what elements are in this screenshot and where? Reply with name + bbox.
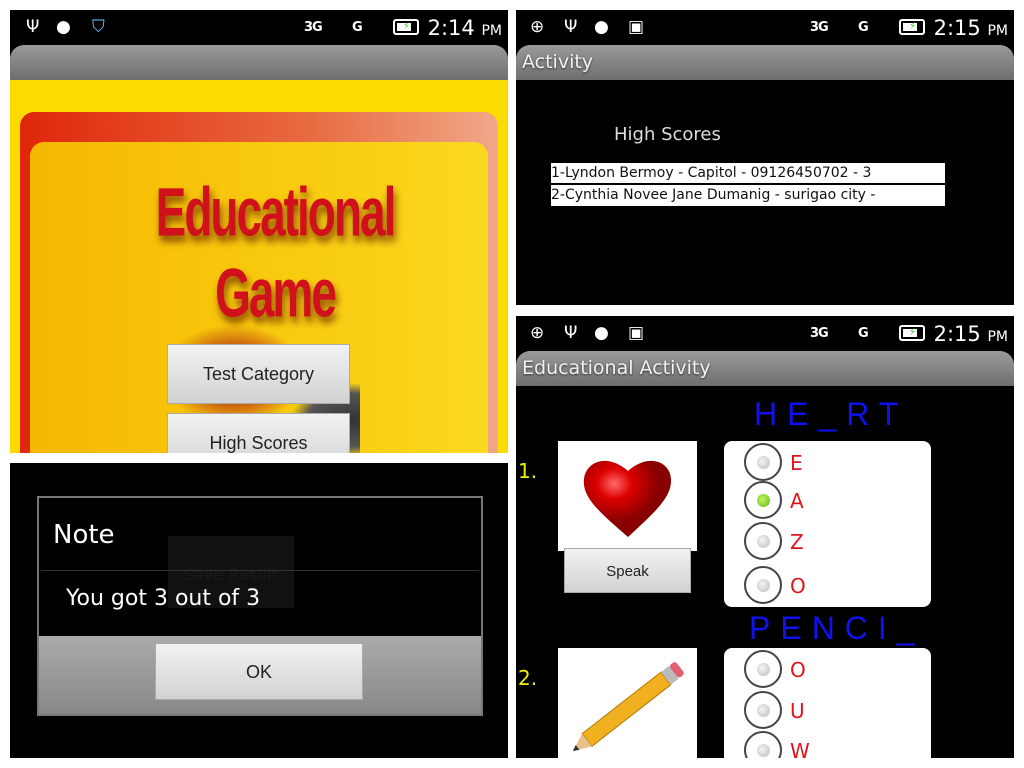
add-notification-icon: ⊕	[530, 323, 545, 343]
dialog-message: You got 3 out of 3	[66, 586, 261, 611]
android-icon: ●	[594, 17, 609, 37]
option-radio[interactable]	[744, 650, 782, 688]
pencil-icon	[572, 662, 684, 752]
usb-icon: Ψ	[26, 17, 40, 37]
dialog-title: Note	[53, 520, 115, 550]
score-row[interactable]: 1-Lyndon Bermoy - Capitol - 09126450702 …	[551, 163, 945, 184]
result-screen: Save Result Note You got 3 out of 3 OK	[10, 463, 508, 758]
option-radio-selected[interactable]	[744, 481, 782, 519]
home-screen: Ψ ● ⛉ 3G G ⚡ 2:14 PM Educational Game Te…	[10, 10, 508, 453]
option-label: O	[790, 574, 806, 598]
speak-button[interactable]: Speak	[564, 548, 691, 593]
add-notification-icon: ⊕	[530, 17, 545, 37]
android-icon: ●	[594, 323, 609, 343]
question-number: 2.	[518, 666, 538, 690]
question-word: HE_RT	[754, 396, 909, 432]
image-icon: ▣	[628, 17, 645, 37]
option-label: O	[790, 658, 806, 682]
option-radio[interactable]	[744, 522, 782, 560]
ok-button[interactable]: OK	[155, 643, 363, 700]
score-row[interactable]: 2-Cynthia Novee Jane Dumanig - surigao c…	[551, 185, 945, 206]
option-label: W	[790, 739, 810, 758]
android-icon: ●	[56, 17, 71, 37]
option-radio[interactable]	[744, 731, 782, 758]
option-label: A	[790, 489, 804, 513]
signal-indicator: G	[858, 20, 869, 35]
high-scores-screen: ⊕ Ψ ● ▣ 3G G ⚡ 2:15 PM Activity High Sco…	[516, 10, 1014, 305]
battery-icon: ⚡	[393, 19, 419, 35]
usb-icon: Ψ	[564, 17, 578, 37]
shield-icon: ⛉	[92, 17, 105, 37]
signal-indicator: G	[858, 326, 869, 341]
network-indicator: 3G	[810, 326, 829, 341]
high-scores-heading: High Scores	[614, 124, 721, 145]
home-background: Educational Game Test Category High Scor…	[10, 80, 508, 453]
network-indicator: 3G	[810, 20, 829, 35]
heart-image	[558, 441, 697, 551]
question-number: 1.	[518, 459, 538, 483]
option-radio[interactable]	[744, 443, 782, 481]
question-word: PENCI_	[749, 610, 925, 646]
image-icon: ▣	[628, 323, 645, 343]
option-label: E	[790, 451, 803, 475]
option-label: U	[790, 699, 805, 723]
status-bar: Ψ ● ⛉ 3G G ⚡ 2:14 PM	[10, 10, 508, 45]
signal-indicator: G	[352, 20, 363, 35]
battery-icon: ⚡	[899, 325, 925, 341]
options-card: E A Z O	[724, 441, 931, 607]
logo-text: Educational Game	[155, 172, 397, 332]
dialog-divider	[41, 570, 479, 571]
heart-icon	[583, 460, 672, 537]
battery-icon: ⚡	[899, 19, 925, 35]
clock: 2:15 PM	[933, 16, 1008, 40]
action-bar-title: Educational Activity	[516, 351, 1014, 386]
action-bar	[10, 45, 508, 80]
network-indicator: 3G	[304, 20, 323, 35]
note-dialog: Note You got 3 out of 3 OK	[37, 496, 483, 716]
option-label: Z	[790, 530, 804, 554]
option-radio[interactable]	[744, 691, 782, 729]
test-category-button[interactable]: Test Category	[167, 344, 350, 404]
status-bar: ⊕ Ψ ● ▣ 3G G ⚡ 2:15 PM	[516, 316, 1014, 351]
quiz-screen: ⊕ Ψ ● ▣ 3G G ⚡ 2:15 PM Educational Activ…	[516, 316, 1014, 758]
usb-icon: Ψ	[564, 323, 578, 343]
options-card: O U W	[724, 648, 931, 758]
clock: 2:15 PM	[933, 322, 1008, 346]
high-scores-button[interactable]: High Scores	[167, 413, 350, 453]
pencil-image	[558, 648, 697, 758]
option-radio[interactable]	[744, 566, 782, 604]
action-bar-title: Activity	[516, 45, 1014, 80]
clock: 2:14 PM	[427, 16, 502, 40]
dialog-button-bar: OK	[39, 636, 481, 714]
status-bar: ⊕ Ψ ● ▣ 3G G ⚡ 2:15 PM	[516, 10, 1014, 45]
